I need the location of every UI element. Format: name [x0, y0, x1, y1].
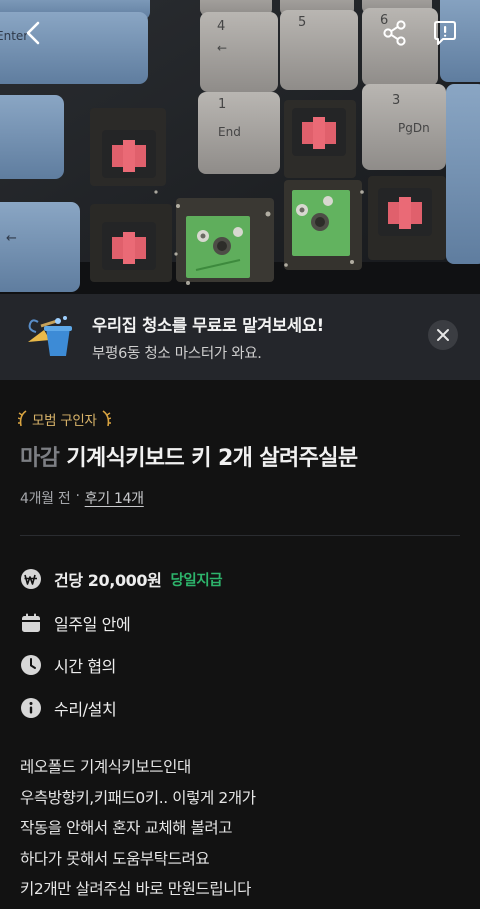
- post-photo[interactable]: 4 ← 5 6 1 End 3 PgDn Enter ←: [0, 0, 480, 294]
- back-button[interactable]: [14, 13, 54, 53]
- key-legend-end: End: [218, 125, 241, 139]
- section-divider: [20, 535, 460, 536]
- pay-amount: 건당 20,000원: [54, 571, 162, 590]
- calendar-icon: [20, 612, 42, 634]
- report-bubble-icon: [434, 21, 456, 45]
- description-line: 레오폴드 기계식키보드인대: [20, 758, 191, 776]
- description-line: 하다가 못해서 도움부탁드려요: [20, 849, 210, 868]
- share-button[interactable]: [375, 13, 415, 53]
- share-icon: [383, 20, 406, 46]
- key-legend-5: 5: [298, 15, 306, 30]
- info-icon: [20, 697, 42, 719]
- laurel-right-icon: [102, 410, 111, 427]
- badge-label: 모범 구인자: [32, 413, 97, 429]
- description-line: 키2개만 살려주심 바로 만원드립니다: [20, 880, 251, 898]
- key-legend-4: 4: [217, 19, 225, 34]
- key-legend-1: 1: [218, 97, 226, 112]
- clock-icon: [20, 654, 42, 676]
- same-day-pay-tag: 당일지급: [170, 572, 223, 589]
- description-line: 우측방향키,키패드0키.. 이렇게 2개가: [20, 788, 256, 807]
- time-text: 시간 협의: [54, 657, 116, 676]
- reviews-link[interactable]: 후기 14개: [85, 488, 144, 508]
- description-line: 작동을 안해서 혼자 교체해 볼려고: [20, 819, 233, 837]
- report-button[interactable]: [425, 13, 465, 53]
- key-legend-arrow: ←: [217, 41, 227, 55]
- promo-title: 우리집 청소를 무료로 맡겨보세요!: [92, 316, 324, 335]
- close-icon: [437, 329, 449, 341]
- laurel-left-icon: [18, 410, 27, 427]
- model-employer-badge: 모범 구인자: [18, 407, 111, 431]
- time-row: 시간 협의: [20, 652, 116, 678]
- promo-subtitle: 부평6동 청소 마스터가 와요.: [92, 346, 262, 362]
- schedule-row: 일주일 안에: [20, 610, 131, 636]
- meta-separator: ·: [75, 488, 80, 504]
- won-icon: [20, 568, 42, 590]
- key-legend-left-arrow: ←: [6, 231, 17, 246]
- post-title-text: 기계식키보드 키 2개 살려주실분: [66, 446, 358, 471]
- category-row: 수리/설치: [20, 695, 117, 721]
- posted-time: 4개월 전: [20, 491, 71, 507]
- status-closed-label: 마감: [20, 446, 60, 471]
- post-description: 레오폴드 기계식키보드인대 우측방향키,키패드0키.. 이렇게 2개가 작동을 …: [20, 752, 460, 905]
- post-title: 마감 기계식키보드 키 2개 살려주실분: [20, 440, 358, 472]
- cleaning-bucket-icon: [24, 312, 76, 362]
- key-legend-3: 3: [392, 93, 400, 108]
- promo-close-button[interactable]: [428, 320, 458, 350]
- post-meta: 4개월 전 · 후기 14개: [20, 488, 144, 508]
- pay-row: 건당 20,000원 당일지급: [20, 566, 223, 592]
- category-text: 수리/설치: [54, 700, 117, 719]
- key-legend-pgdn: PgDn: [398, 121, 430, 135]
- schedule-text: 일주일 안에: [54, 615, 131, 634]
- chevron-left-icon: [26, 21, 40, 45]
